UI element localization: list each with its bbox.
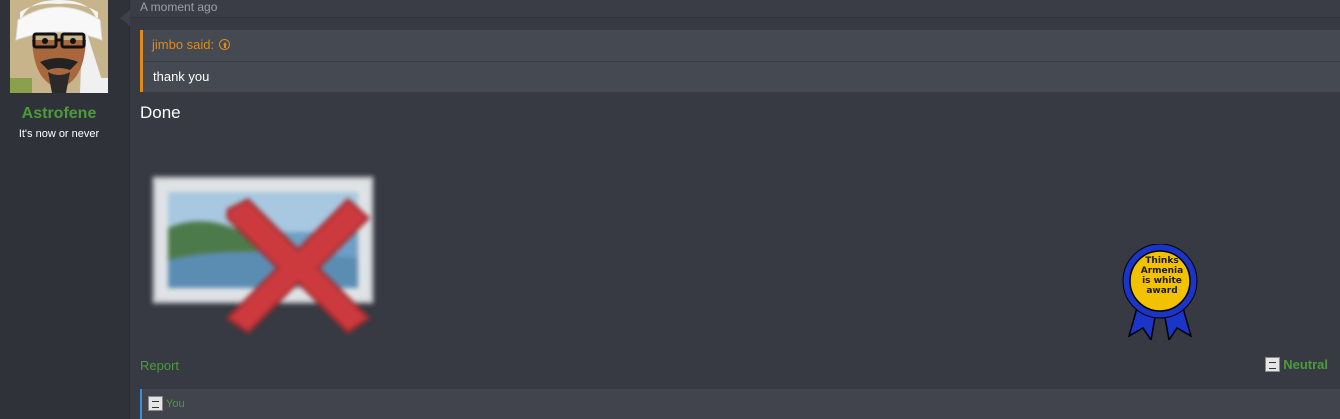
- quote-text: thank you: [153, 69, 210, 84]
- post-arrow-decoration: [120, 10, 130, 26]
- post-timestamp[interactable]: A moment ago: [140, 0, 217, 14]
- user-title: It's now or never: [18, 128, 100, 140]
- reactor-name[interactable]: You: [166, 398, 185, 410]
- arrow-up-circle-icon[interactable]: [219, 39, 231, 50]
- quote-author[interactable]: jimbo said:: [152, 37, 214, 52]
- award-line: is white: [1142, 276, 1182, 286]
- username[interactable]: Astrofene: [0, 105, 118, 123]
- broken-image-icon: [148, 170, 388, 340]
- neutral-rating-icon: [148, 396, 163, 411]
- award-line: Thinks: [1145, 256, 1179, 266]
- reactions-list[interactable]: You: [148, 396, 185, 411]
- reactions-bar: You: [140, 389, 1340, 419]
- quote-divider: [143, 61, 1340, 62]
- award-line: Armenia: [1140, 266, 1184, 276]
- quote-attribution[interactable]: jimbo said:: [152, 37, 231, 52]
- award-label: Thinks Armenia is white award: [1137, 256, 1187, 296]
- award-line: award: [1146, 286, 1178, 296]
- report-link[interactable]: Report: [140, 358, 179, 373]
- quote-block: jimbo said: thank you: [140, 30, 1340, 92]
- user-panel: Astrofene It's now or never: [0, 0, 130, 419]
- avatar[interactable]: [10, 0, 108, 93]
- post-header: [130, 0, 1340, 18]
- post-message: Done: [140, 103, 181, 122]
- neutral-rating-icon: [1265, 357, 1281, 372]
- rating-label[interactable]: Neutral: [1283, 357, 1328, 372]
- rating-summary[interactable]: Neutral: [1265, 357, 1328, 372]
